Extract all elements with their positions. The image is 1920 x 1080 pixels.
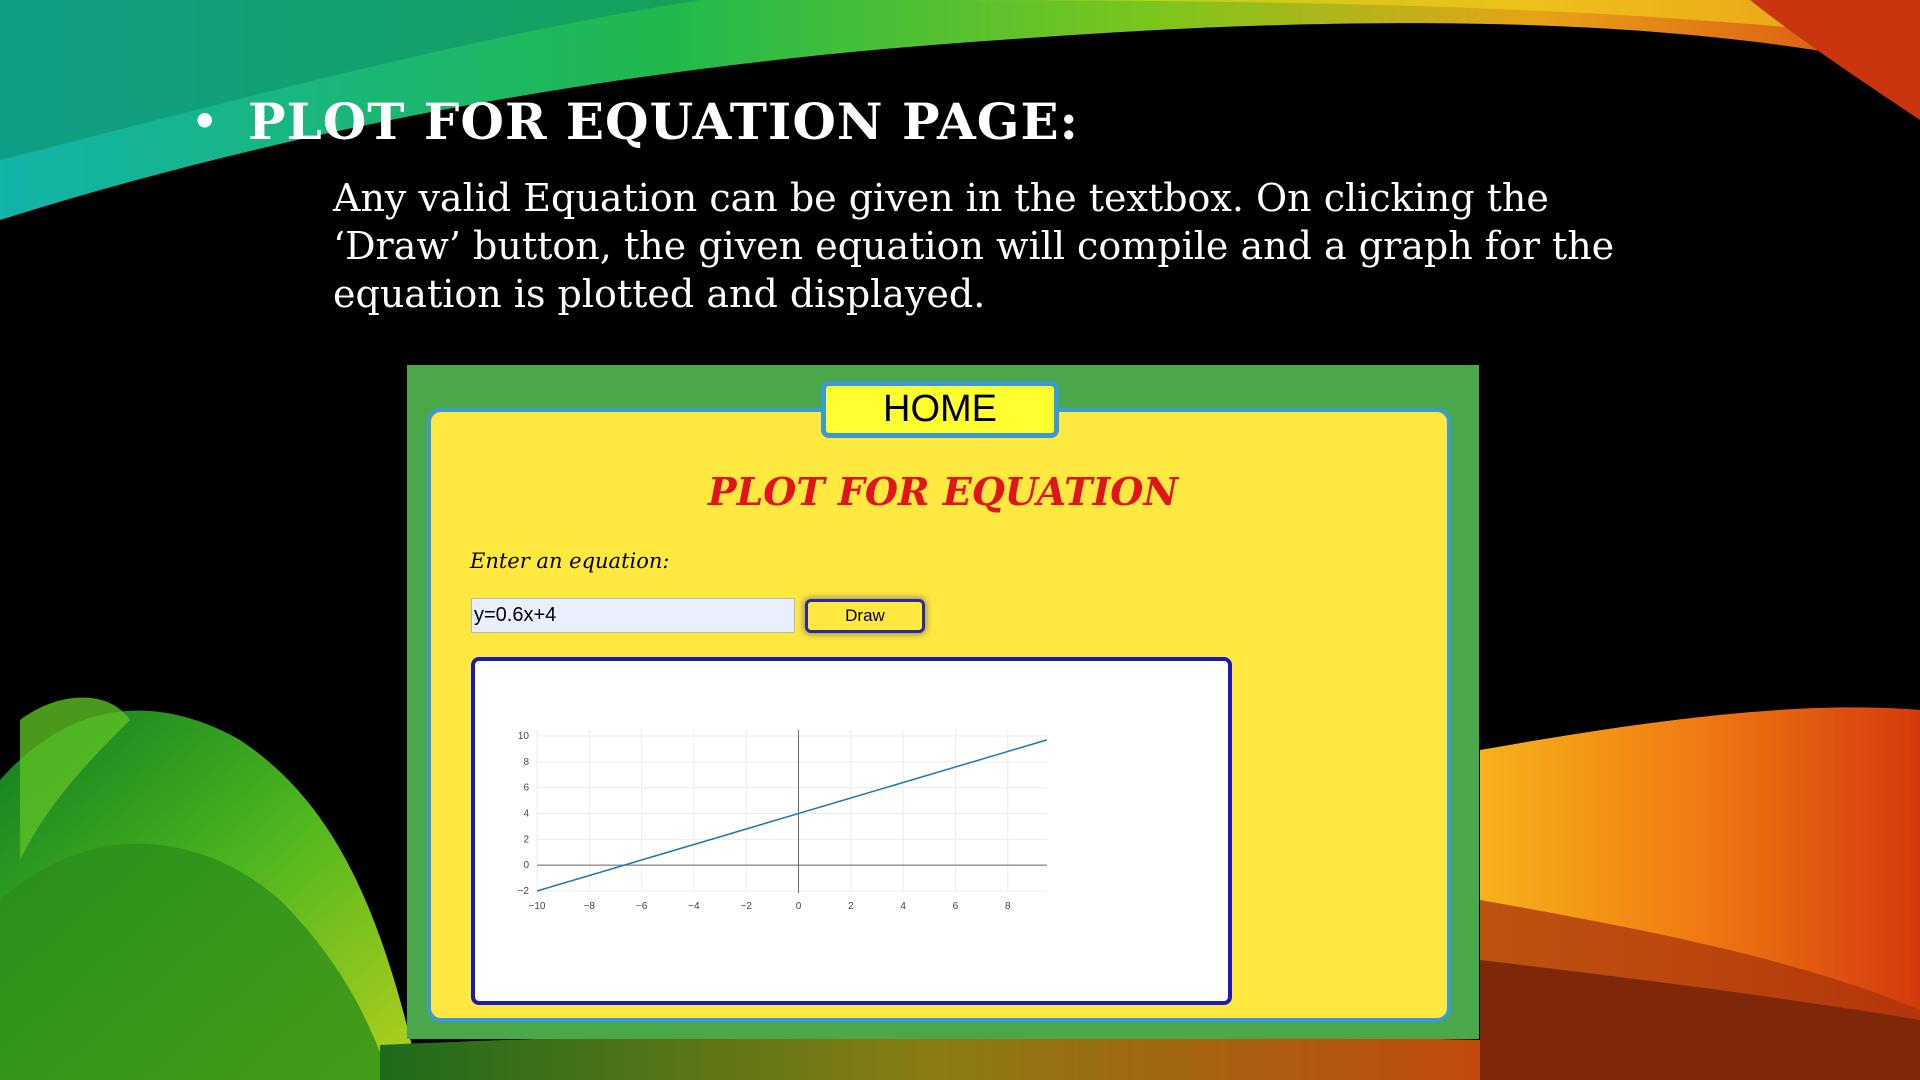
presentation-slide: • PLOT FOR EQUATION PAGE: Any valid Equat… [0, 0, 1920, 1080]
equation-plot: −10 −8 −6 −4 −2 0 2 4 6 8 10 8 6 4 2 0 −2 [518, 730, 1048, 912]
y-tick-label: 4 [523, 809, 529, 820]
plot-area: −10 −8 −6 −4 −2 0 2 4 6 8 10 8 6 4 2 0 −2 [471, 657, 1232, 1005]
app-screenshot-frame: HOME PLOT FOR EQUATION Enter an equation… [407, 365, 1479, 1039]
equation-line [536, 739, 1048, 892]
equation-input[interactable] [471, 598, 795, 633]
bullet-point: • [190, 93, 221, 151]
x-tick-label: 6 [953, 901, 959, 912]
y-tick-label: 10 [518, 731, 530, 742]
y-tick-label: 2 [523, 834, 529, 845]
x-tick-label: −6 [636, 901, 648, 912]
x-tick-label: −2 [741, 901, 753, 912]
x-tick-label: −4 [688, 901, 700, 912]
x-tick-label: 4 [900, 901, 906, 912]
y-tick-label: −2 [518, 886, 530, 897]
x-tick-label: 8 [1005, 901, 1011, 912]
x-tick-label: 2 [848, 901, 854, 912]
x-tick-label: 0 [796, 901, 802, 912]
page-title: PLOT FOR EQUATION [707, 469, 1179, 514]
draw-button[interactable]: Draw [805, 599, 925, 633]
equation-label: Enter an equation: [470, 549, 670, 573]
home-button[interactable]: HOME [821, 381, 1059, 438]
slide-heading-text: PLOT FOR EQUATION PAGE: [248, 92, 1080, 151]
x-tick-label: −8 [584, 901, 596, 912]
y-tick-label: 8 [523, 757, 529, 768]
x-tick-label: −10 [529, 901, 546, 912]
slide-body-text: Any valid Equation can be given in the t… [333, 176, 1615, 316]
y-tick-label: 6 [523, 783, 529, 794]
slide-heading: • PLOT FOR EQUATION PAGE: [190, 92, 1079, 151]
y-tick-label: 0 [523, 860, 529, 871]
